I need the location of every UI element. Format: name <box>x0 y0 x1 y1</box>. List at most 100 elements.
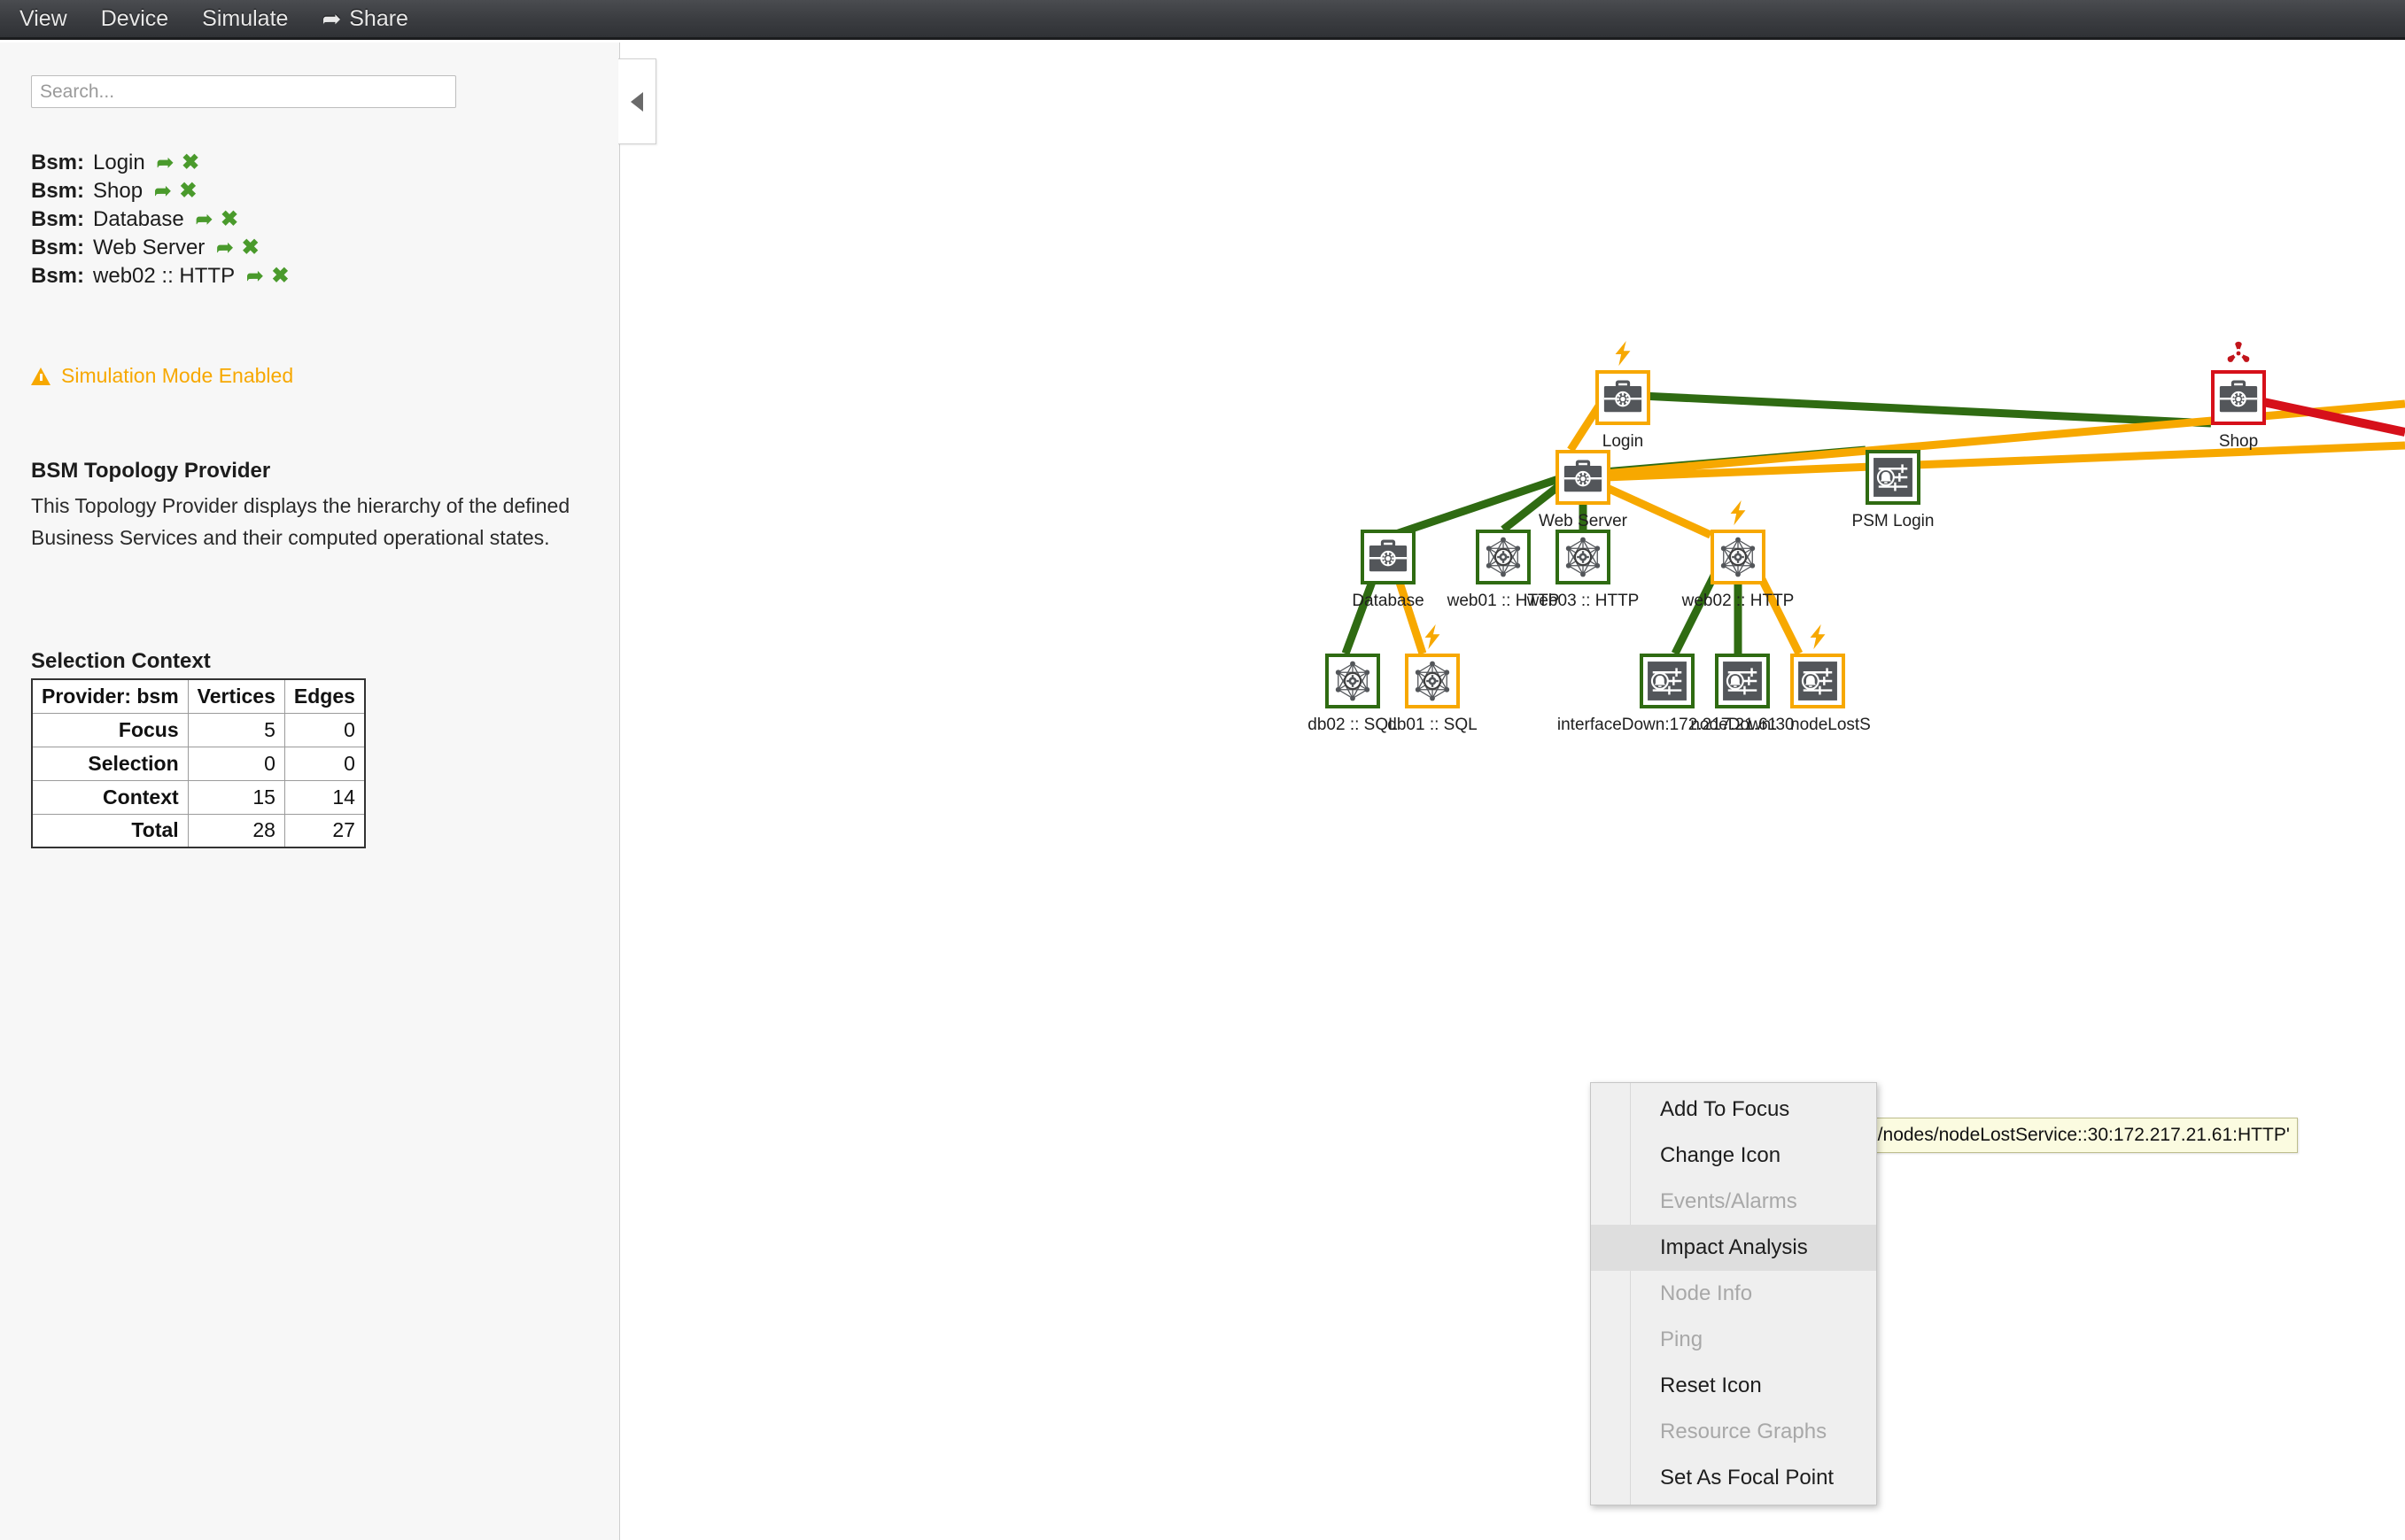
minor-bolt-icon <box>1804 623 1831 650</box>
list-item[interactable]: Bsm: Shop ➦ ✖ <box>31 179 580 207</box>
context-menu-item-resource-graphs: Resource Graphs <box>1591 1409 1876 1455</box>
context-edges: 14 <box>284 780 365 814</box>
node-label: Web Server <box>1539 512 1627 531</box>
focus-item-kind: Bsm: <box>31 236 84 260</box>
node-context-menu[interactable]: Add To Focus Change Icon Events/Alarms I… <box>1590 1082 1877 1505</box>
focus-item-label: Login <box>93 151 145 175</box>
center-on-node-icon[interactable]: ➦ <box>196 209 213 229</box>
table-row: Total 28 27 <box>32 814 365 847</box>
focus-item-label: Shop <box>93 179 143 204</box>
table-header-row: Provider: bsm Vertices Edges <box>32 679 365 713</box>
topology-node-web03-http[interactable]: web03 :: HTTP <box>1555 530 1610 584</box>
remove-from-focus-icon[interactable]: ✖ <box>182 152 199 174</box>
tooltip-text: s.org/nodes/nodeLostService::30:172.217.… <box>1836 1125 2290 1145</box>
sidebar-collapse-handle[interactable] <box>618 58 656 144</box>
list-item[interactable]: Bsm: web02 :: HTTP ➦ ✖ <box>31 264 580 292</box>
center-on-node-icon[interactable]: ➦ <box>157 152 174 173</box>
simulation-mode-banner: Simulation Mode Enabled <box>31 364 293 388</box>
menu-item-device[interactable]: Device <box>101 6 168 32</box>
topology-node-interface-down[interactable]: interfaceDown:172.217.21.61 <box>1640 654 1695 708</box>
context-menu-item-add-to-focus[interactable]: Add To Focus <box>1591 1087 1876 1133</box>
simulation-mode-label: Simulation Mode Enabled <box>61 364 293 388</box>
context-menu-item-reset-icon[interactable]: Reset Icon <box>1591 1363 1876 1409</box>
topology-node-node-down[interactable]: nodeDown:30 <box>1715 654 1770 708</box>
table-row: Selection 0 0 <box>32 747 365 780</box>
context-menu-item-set-as-focal-point[interactable]: Set As Focal Point <box>1591 1455 1876 1501</box>
topology-node-db01-sql[interactable]: db01 :: SQL <box>1405 654 1460 708</box>
focus-edges: 0 <box>284 713 365 747</box>
node-icon-reduction-key <box>1715 654 1770 708</box>
minor-bolt-icon <box>1419 623 1446 650</box>
provider-title: BSM Topology Provider <box>31 459 270 484</box>
major-critical-icon <box>2225 340 2252 367</box>
top-menu-bar: View Device Simulate ➦ Share <box>0 0 2405 40</box>
node-label: web03 :: HTTP <box>1527 592 1640 611</box>
context-menu-item-ping: Ping <box>1591 1317 1876 1363</box>
node-icon-service <box>1476 530 1531 584</box>
topology-node-psm-login[interactable]: PSM Login <box>1866 450 1920 505</box>
row-label-total: Total <box>32 814 188 847</box>
node-label: db02 :: SQL <box>1307 716 1397 735</box>
center-on-node-icon[interactable]: ➦ <box>216 237 233 258</box>
selection-vertices: 0 <box>188 747 284 780</box>
context-menu-item-change-icon[interactable]: Change Icon <box>1591 1133 1876 1179</box>
node-icon-business-service <box>1361 530 1416 584</box>
context-vertices: 15 <box>188 780 284 814</box>
row-label-focus: Focus <box>32 713 188 747</box>
node-label: PSM Login <box>1852 512 1935 531</box>
focus-item-label: Web Server <box>93 236 205 260</box>
topology-node-database[interactable]: Database <box>1361 530 1416 584</box>
topology-node-web02-http[interactable]: web02 :: HTTP <box>1711 530 1765 584</box>
node-icon-reduction-key <box>1640 654 1695 708</box>
menu-item-share-label: Share <box>349 6 408 32</box>
node-icon-service <box>1555 530 1610 584</box>
node-label: Login <box>1602 432 1644 452</box>
topology-node-shop[interactable]: Shop <box>2211 370 2266 425</box>
topology-node-node-lost-service[interactable]: nodeLostS <box>1790 654 1845 708</box>
search-input[interactable] <box>31 75 456 108</box>
topology-node-login[interactable]: Login <box>1595 370 1650 425</box>
menu-item-simulate[interactable]: Simulate <box>202 6 288 32</box>
remove-from-focus-icon[interactable]: ✖ <box>221 209 238 230</box>
menu-item-view[interactable]: View <box>19 6 67 32</box>
minor-bolt-icon <box>1725 499 1751 526</box>
column-header-edges: Edges <box>284 679 365 713</box>
topology-canvas[interactable]: Login Shop Web Server PSM Login Database… <box>621 43 2405 1540</box>
center-on-node-icon[interactable]: ➦ <box>154 181 171 201</box>
node-icon-service <box>1711 530 1765 584</box>
context-menu-item-impact-analysis[interactable]: Impact Analysis <box>1591 1225 1876 1271</box>
topology-node-web-server[interactable]: Web Server <box>1555 450 1610 505</box>
selection-context-table: Provider: bsm Vertices Edges Focus 5 0 S… <box>31 678 366 848</box>
node-icon-business-service <box>1555 450 1610 505</box>
row-label-selection: Selection <box>32 747 188 780</box>
focus-item-kind: Bsm: <box>31 179 84 204</box>
remove-from-focus-icon[interactable]: ✖ <box>179 181 197 202</box>
menu-item-share[interactable]: ➦ Share <box>322 6 408 32</box>
minor-bolt-icon <box>1610 340 1636 367</box>
node-label: Shop <box>2219 432 2258 452</box>
focus-vertices: 5 <box>188 713 284 747</box>
topology-node-web01-http[interactable]: web01 :: HTTP <box>1476 530 1531 584</box>
left-sidebar: Bsm: Login ➦ ✖ Bsm: Shop ➦ ✖ Bsm: Databa… <box>0 43 620 1540</box>
table-row: Context 15 14 <box>32 780 365 814</box>
total-vertices: 28 <box>188 814 284 847</box>
remove-from-focus-icon[interactable]: ✖ <box>242 237 260 259</box>
focus-list: Bsm: Login ➦ ✖ Bsm: Shop ➦ ✖ Bsm: Databa… <box>31 151 580 292</box>
share-arrow-icon: ➦ <box>322 7 341 30</box>
remove-from-focus-icon[interactable]: ✖ <box>271 266 289 287</box>
focus-item-kind: Bsm: <box>31 207 84 232</box>
chevron-left-icon <box>631 92 643 112</box>
node-label: db01 :: SQL <box>1387 716 1477 735</box>
table-row: Focus 5 0 <box>32 713 365 747</box>
list-item[interactable]: Bsm: Database ➦ ✖ <box>31 207 580 236</box>
selection-context-title: Selection Context <box>31 649 211 674</box>
list-item[interactable]: Bsm: Login ➦ ✖ <box>31 151 580 179</box>
node-icon-business-service <box>2211 370 2266 425</box>
node-icon-service <box>1405 654 1460 708</box>
center-on-node-icon[interactable]: ➦ <box>246 266 263 286</box>
node-label: Database <box>1352 592 1424 611</box>
list-item[interactable]: Bsm: Web Server ➦ ✖ <box>31 236 580 264</box>
warning-triangle-icon <box>31 368 50 385</box>
topology-node-db02-sql[interactable]: db02 :: SQL <box>1325 654 1380 708</box>
column-header-provider: Provider: bsm <box>32 679 188 713</box>
